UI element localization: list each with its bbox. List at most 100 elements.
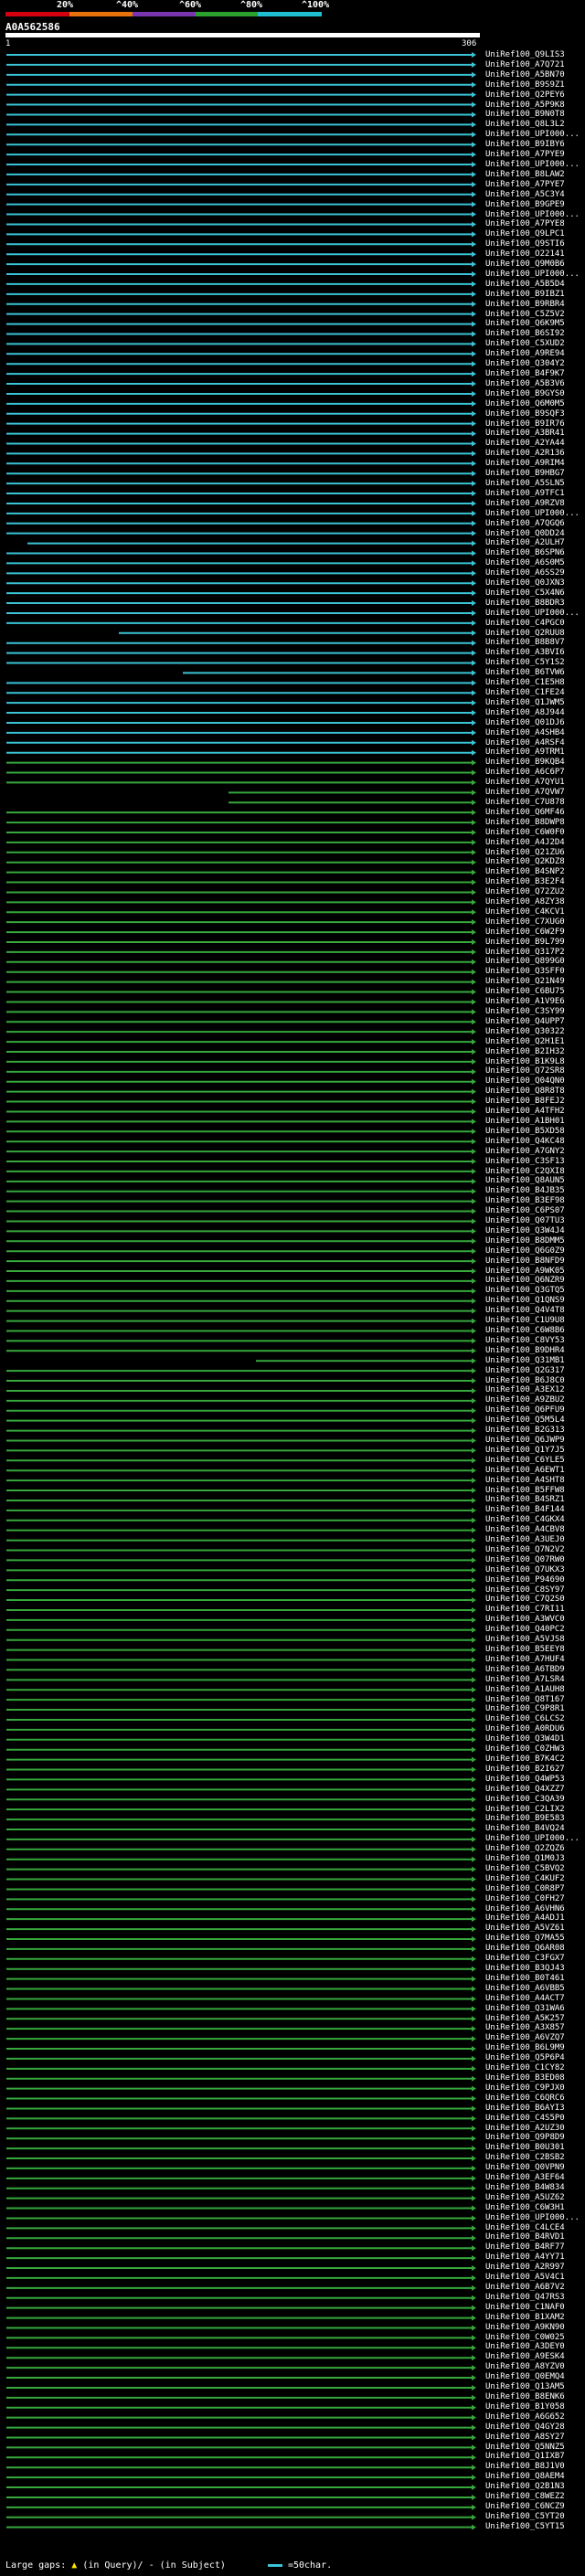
hit-name[interactable]: UniRef100_A6TBD9 [485, 1665, 585, 1675]
hit-name[interactable]: UniRef100_UPI000... [485, 2213, 585, 2223]
hit-name[interactable]: UniRef100_A8J944 [485, 708, 585, 718]
hit-name[interactable]: UniRef100_B3QJ43 [485, 1964, 585, 1974]
hit-name[interactable]: UniRef100_Q07RW0 [485, 1555, 585, 1565]
hit-name[interactable]: UniRef100_B9E583 [485, 1814, 585, 1824]
hit-name[interactable]: UniRef100_A6VHN6 [485, 1904, 585, 1914]
hit-name[interactable]: UniRef100_B6SI92 [485, 329, 585, 339]
hit-name[interactable]: UniRef100_Q31WA6 [485, 2004, 585, 2014]
hit-name[interactable]: UniRef100_B1XAM2 [485, 2313, 585, 2323]
hit-name[interactable]: UniRef100_Q6PFU9 [485, 1405, 585, 1415]
hit-name[interactable]: UniRef100_C3QA39 [485, 1795, 585, 1805]
hit-name[interactable]: UniRef100_A2YA44 [485, 439, 585, 449]
hit-name[interactable]: UniRef100_C6QRC6 [485, 2094, 585, 2104]
hit-name[interactable]: UniRef100_Q72SR8 [485, 1066, 585, 1076]
hit-name[interactable]: UniRef100_C0R8P7 [485, 1884, 585, 1894]
hit-name[interactable]: UniRef100_C4KCV1 [485, 907, 585, 917]
hit-name[interactable]: UniRef100_B8DMM5 [485, 1236, 585, 1246]
hit-name[interactable]: UniRef100_Q7MA55 [485, 1934, 585, 1944]
hit-name[interactable]: UniRef100_Q4GY28 [485, 2422, 585, 2433]
hit-name[interactable]: UniRef100_Q3W4J4 [485, 1226, 585, 1236]
hit-name[interactable]: UniRef100_B4SNP2 [485, 867, 585, 877]
hit-name[interactable]: UniRef100_B9SQF3 [485, 409, 585, 419]
hit-name[interactable]: UniRef100_A2UZ30 [485, 2124, 585, 2134]
hit-name[interactable]: UniRef100_C5YT20 [485, 2512, 585, 2522]
hit-name[interactable]: UniRef100_B8J1V0 [485, 2462, 585, 2472]
hit-name[interactable]: UniRef100_Q30322 [485, 1027, 585, 1037]
hit-name[interactable]: UniRef100_C9PJX0 [485, 2083, 585, 2094]
hit-name[interactable]: UniRef100_Q304Y2 [485, 359, 585, 369]
hit-name[interactable]: UniRef100_A5BN70 [485, 70, 585, 80]
hit-name[interactable]: UniRef100_Q8L3L2 [485, 120, 585, 130]
hit-name[interactable]: UniRef100_Q31MB1 [485, 1356, 585, 1366]
hit-name[interactable]: UniRef100_A4RSF4 [485, 738, 585, 748]
hit-name[interactable]: UniRef100_B3EF98 [485, 1196, 585, 1206]
hit-name[interactable]: UniRef100_B6SPN6 [485, 548, 585, 558]
hit-name[interactable]: UniRef100_A4ADJ1 [485, 1913, 585, 1924]
hit-name[interactable]: UniRef100_A5SLN5 [485, 479, 585, 489]
hit-name[interactable]: UniRef100_Q4UPP7 [485, 1017, 585, 1027]
hit-name[interactable]: UniRef100_B8NFD9 [485, 1256, 585, 1267]
hit-name[interactable]: UniRef100_Q9LIS3 [485, 50, 585, 60]
hit-name[interactable]: UniRef100_B9RBR4 [485, 300, 585, 310]
hit-name[interactable]: UniRef100_A7PYE9 [485, 150, 585, 160]
hit-name[interactable]: UniRef100_B9HBG7 [485, 469, 585, 479]
hit-name[interactable]: UniRef100_C8VY53 [485, 1336, 585, 1346]
hit-name[interactable]: UniRef100_A3EX12 [485, 1385, 585, 1395]
hit-name[interactable]: UniRef100_A1AUH8 [485, 1685, 585, 1695]
hit-name[interactable]: UniRef100_C5BVQ2 [485, 1864, 585, 1874]
hit-name[interactable]: UniRef100_Q9STI6 [485, 239, 585, 249]
hit-name[interactable]: UniRef100_Q7N2V2 [485, 1545, 585, 1555]
hit-name[interactable]: UniRef100_C6PS07 [485, 1206, 585, 1216]
hit-name[interactable]: UniRef100_A9RZV8 [485, 499, 585, 509]
hit-name[interactable]: UniRef100_A6C6P7 [485, 768, 585, 778]
hit-name[interactable]: UniRef100_A7Q721 [485, 60, 585, 70]
hit-name[interactable]: UniRef100_Q40PC2 [485, 1625, 585, 1635]
hit-name[interactable]: UniRef100_C4PGC0 [485, 619, 585, 629]
hit-name[interactable]: UniRef100_A3UEJ0 [485, 1535, 585, 1545]
hit-name[interactable]: UniRef100_C6BU75 [485, 987, 585, 997]
hit-name[interactable]: UniRef100_C6NCZ9 [485, 2502, 585, 2512]
hit-name[interactable]: UniRef100_UPI000... [485, 130, 585, 140]
hit-name[interactable]: UniRef100_Q0VPN9 [485, 2163, 585, 2173]
hit-name[interactable]: UniRef100_B3ED08 [485, 2073, 585, 2083]
hit-name[interactable]: UniRef100_A9ZBU2 [485, 1395, 585, 1405]
hit-name[interactable]: UniRef100_A5P9K8 [485, 101, 585, 111]
hit-name[interactable]: UniRef100_B5XD58 [485, 1127, 585, 1137]
hit-name[interactable]: UniRef100_Q9M0B6 [485, 260, 585, 270]
hit-name[interactable]: UniRef100_Q01DJ6 [485, 718, 585, 728]
hit-name[interactable]: UniRef100_C4KUF2 [485, 1874, 585, 1884]
hit-name[interactable]: UniRef100_C0W025 [485, 2333, 585, 2343]
hit-name[interactable]: UniRef100_A2R136 [485, 449, 585, 459]
hit-name[interactable]: UniRef100_Q0DD24 [485, 529, 585, 539]
hit-name[interactable]: UniRef100_C5X4N6 [485, 588, 585, 599]
hit-name[interactable]: UniRef100_B1K9L8 [485, 1057, 585, 1067]
hit-name[interactable]: UniRef100_Q3W4D1 [485, 1734, 585, 1744]
hit-name[interactable]: UniRef100_Q5M5L4 [485, 1415, 585, 1426]
hit-name[interactable]: UniRef100_Q1M0J3 [485, 1854, 585, 1864]
hit-name[interactable]: UniRef100_B8DWP8 [485, 818, 585, 828]
hit-name[interactable]: UniRef100_A6EWT1 [485, 1466, 585, 1476]
hit-name[interactable]: UniRef100_Q5P6P4 [485, 2053, 585, 2063]
hit-name[interactable]: UniRef100_B9IBY6 [485, 140, 585, 150]
hit-name[interactable]: UniRef100_B5FFW8 [485, 1486, 585, 1496]
hit-name[interactable]: UniRef100_A5B3V6 [485, 379, 585, 389]
hit-name[interactable]: UniRef100_B8ENK6 [485, 2392, 585, 2402]
hit-name[interactable]: UniRef100_Q2RUU8 [485, 629, 585, 639]
hit-name[interactable]: UniRef100_B8FEJ2 [485, 1097, 585, 1107]
hit-name[interactable]: UniRef100_Q2H1E1 [485, 1037, 585, 1047]
hit-name[interactable]: UniRef100_A1BH01 [485, 1117, 585, 1127]
hit-name[interactable]: UniRef100_A9TFC1 [485, 489, 585, 499]
hit-name[interactable]: UniRef100_C1U9U8 [485, 1316, 585, 1326]
hit-name[interactable]: UniRef100_Q0JXN3 [485, 578, 585, 588]
hit-name[interactable]: UniRef100_A2ULH7 [485, 538, 585, 548]
hit-name[interactable]: UniRef100_B9KQB4 [485, 758, 585, 768]
hit-name[interactable]: UniRef100_B9N0T8 [485, 110, 585, 120]
hit-name[interactable]: UniRef100_A0RDU6 [485, 1724, 585, 1734]
hit-name[interactable]: UniRef100_C6W0F0 [485, 828, 585, 838]
hit-name[interactable]: UniRef100_A7HUF4 [485, 1655, 585, 1665]
hit-name[interactable]: UniRef100_Q2ZQZ6 [485, 1844, 585, 1854]
hit-name[interactable]: UniRef100_B8BDR3 [485, 599, 585, 609]
hit-name[interactable]: UniRef100_Q6AR08 [485, 1944, 585, 1954]
hit-name[interactable]: UniRef100_Q3GTQ5 [485, 1286, 585, 1296]
hit-name[interactable]: UniRef100_C4LCE4 [485, 2223, 585, 2233]
